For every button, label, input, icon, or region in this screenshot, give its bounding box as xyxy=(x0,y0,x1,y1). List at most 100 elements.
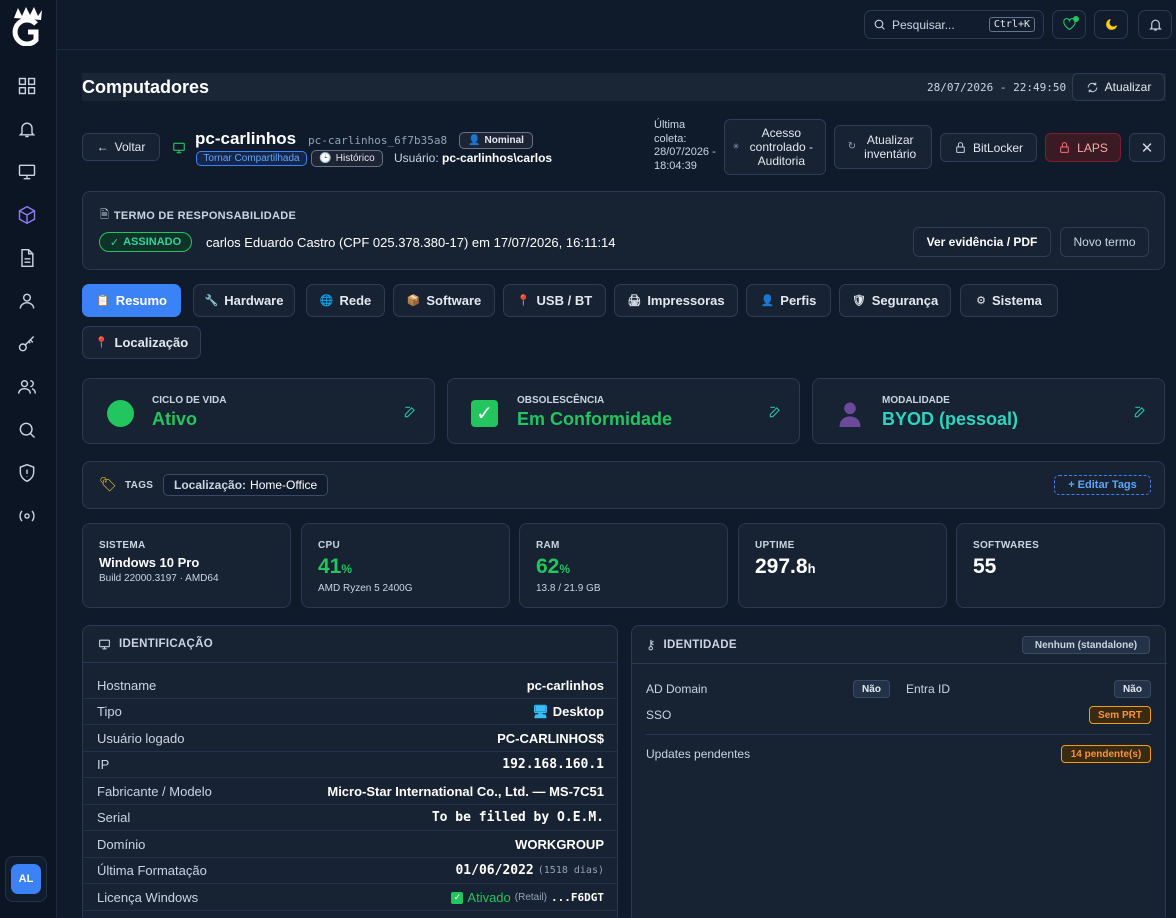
person-icon xyxy=(839,402,861,427)
tab-seguranca[interactable]: 🛡 Segurança xyxy=(839,284,951,317)
search-box[interactable]: Pesquisar... Ctrl+K xyxy=(864,10,1044,39)
table-row: Usuário logado PC-CARLINHOS$ xyxy=(83,726,617,752)
device-user: Usuário: pc-carlinhos\carlos xyxy=(394,151,553,165)
tab-localizacao[interactable]: 📍 Localização xyxy=(82,326,201,359)
shield-icon[interactable] xyxy=(14,460,40,486)
identification-title: IDENTIFICAÇÃO xyxy=(119,638,213,650)
entra-id-value: Não xyxy=(1114,680,1151,698)
close-button[interactable]: ✕ xyxy=(1129,133,1165,162)
edit-icon[interactable] xyxy=(1133,405,1147,419)
modality-value: BYOD (pessoal) xyxy=(882,409,1019,429)
topbar: Pesquisar... Ctrl+K xyxy=(57,0,1176,50)
remote-access-button[interactable]: ✳ Acesso controlado - Auditoria xyxy=(724,119,826,175)
refresh-icon xyxy=(1087,82,1097,92)
cpu-metric-card: CPU 41% AMD Ryzen 5 2400G xyxy=(301,523,510,608)
ad-domain-value: Não xyxy=(853,680,890,698)
identity-badge: Nenhum (standalone) xyxy=(1022,636,1150,654)
notifications-button[interactable] xyxy=(1138,10,1172,39)
tag-icon: 🏷 xyxy=(99,476,117,492)
ram-metric-card: RAM 62% 13.8 / 21.9 GB xyxy=(519,523,728,608)
tab-rede[interactable]: 🌐 Rede xyxy=(306,284,385,317)
refresh-icon: ↻ xyxy=(847,141,857,152)
back-button[interactable]: ← Voltar xyxy=(82,133,160,161)
system-metric-card: SISTEMA Windows 10 Pro Build 22000.3197 … xyxy=(82,523,291,608)
obsolescence-value: Em Conformidade xyxy=(517,409,673,429)
history-button[interactable]: 🕒 Histórico xyxy=(311,150,383,167)
health-button[interactable] xyxy=(1052,10,1086,39)
modality-card: MODALIDADE BYOD (pessoal) xyxy=(812,378,1165,444)
tab-software[interactable]: 📦 Software xyxy=(393,284,495,317)
app-logo[interactable] xyxy=(8,4,48,46)
datetime: 28/07/2026 - 22:49:50 xyxy=(927,81,1067,94)
document-icon[interactable] xyxy=(14,245,40,271)
identity-title: IDENTIDADE xyxy=(663,638,737,651)
arrow-left-icon: ← xyxy=(96,140,109,154)
update-inventory-button[interactable]: ↻ Atualizar inventário xyxy=(834,125,932,169)
tab-perfis[interactable]: 👤 Perfis xyxy=(746,284,831,317)
nominal-badge[interactable]: 👤 Nominal xyxy=(459,132,533,149)
theme-toggle-button[interactable] xyxy=(1094,10,1128,39)
desktop-icon: 🖥 xyxy=(532,703,549,719)
clock-icon: 🕒 xyxy=(319,153,332,164)
edit-tags-button[interactable]: + Editar Tags xyxy=(1054,475,1151,495)
document-icon: 🗎 xyxy=(100,209,109,221)
identity-card: ⚷ IDENTIDADE Nenhum (standalone) AD Doma… xyxy=(631,625,1167,918)
lifecycle-value: Ativo xyxy=(152,409,197,429)
uptime-metric-card: UPTIME 297.8h xyxy=(738,523,947,608)
tab-sistema[interactable]: ⚙ Sistema xyxy=(960,284,1058,317)
monitor-icon[interactable] xyxy=(14,159,40,185)
device-hostname: pc-carlinhos xyxy=(195,129,297,148)
close-icon: ✕ xyxy=(1140,139,1154,157)
search-icon[interactable] xyxy=(14,417,40,443)
key-icon[interactable] xyxy=(14,331,40,357)
lifecycle-card: CICLO DE VIDA Ativo xyxy=(82,378,435,444)
tag-chip[interactable]: Localização: Home-Office xyxy=(163,474,329,496)
make-shared-button[interactable]: Tornar Compartilhada xyxy=(196,151,307,166)
avatar-container[interactable]: AL xyxy=(5,856,47,902)
sso-value: Sem PRT xyxy=(1089,706,1151,724)
search-placeholder: Pesquisar... xyxy=(892,17,955,32)
monitor-icon xyxy=(173,142,185,154)
bitlocker-button[interactable]: BitLocker xyxy=(940,133,1037,162)
grid-icon[interactable] xyxy=(14,73,40,99)
key-icon: ⚷ xyxy=(646,636,656,652)
lock-icon xyxy=(1060,142,1069,153)
status-circle-icon xyxy=(107,400,134,427)
tab-usb-bt[interactable]: 📍 USB / BT xyxy=(503,284,606,317)
checkbox-icon: ✓ xyxy=(471,400,498,427)
identification-card: IDENTIFICAÇÃO Hostname pc-carlinhos Tipo 🖥… xyxy=(82,625,618,918)
status-dot xyxy=(1073,16,1079,22)
view-evidence-button[interactable]: Ver evidência / PDF xyxy=(913,227,1051,257)
edit-icon[interactable] xyxy=(403,405,417,419)
edit-icon[interactable] xyxy=(768,405,782,419)
table-row: Última Formatação 01/06/2022 (1518 dias) xyxy=(83,858,617,884)
monitor-icon xyxy=(99,639,110,649)
broadcast-icon[interactable] xyxy=(14,503,40,529)
softwares-metric-card: SOFTWARES 55 xyxy=(956,523,1165,608)
term-title: TERMO DE RESPONSABILIDADE xyxy=(113,209,297,222)
users-icon[interactable] xyxy=(14,374,40,400)
table-row: IP 192.168.160.1 xyxy=(83,752,617,778)
avatar[interactable]: AL xyxy=(11,864,41,894)
tab-resumo[interactable]: 📋 Resumo xyxy=(82,284,181,317)
tab-impressoras[interactable]: 🖨 Impressoras xyxy=(614,284,738,317)
lock-icon xyxy=(956,142,965,153)
table-row: Hostname pc-carlinhos xyxy=(83,673,617,699)
laps-button[interactable]: LAPS xyxy=(1045,133,1121,162)
bell-icon[interactable] xyxy=(14,116,40,142)
table-row: Serial To be filled by O.E.M. xyxy=(83,805,617,831)
pending-updates-badge: 14 pendente(s) xyxy=(1061,745,1151,763)
tab-hardware[interactable]: 🔧 Hardware xyxy=(193,284,295,317)
refresh-button[interactable]: Atualizar xyxy=(1072,73,1165,101)
table-row: Domínio WORKGROUP xyxy=(83,832,617,858)
search-shortcut: Ctrl+K xyxy=(988,17,1035,32)
new-term-button[interactable]: Novo termo xyxy=(1060,227,1149,257)
obsolescence-card: ✓ OBSOLESCÊNCIA Em Conformidade xyxy=(447,378,800,444)
table-row: Tipo 🖥 Desktop xyxy=(83,699,617,725)
user-icon[interactable] xyxy=(14,288,40,314)
table-row: Fabricante / Modelo Micro-Star Internatio… xyxy=(83,779,617,805)
search-icon xyxy=(874,19,885,30)
term-text: carlos Eduardo Castro (CPF 025.378.380-1… xyxy=(206,235,616,250)
cube-icon[interactable] xyxy=(14,202,40,228)
last-collect: Última coleta: 28/07/2026 - 18:04:39 xyxy=(654,119,716,172)
